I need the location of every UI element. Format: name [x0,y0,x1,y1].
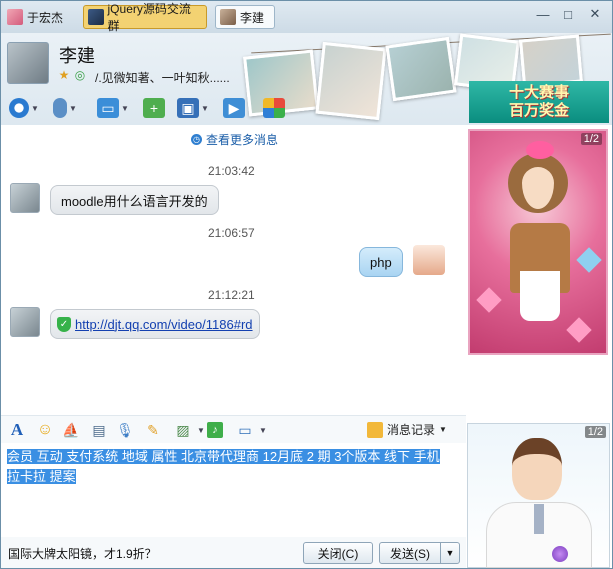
self-avatar[interactable] [413,245,445,275]
rich-text-icon[interactable]: ▤ [89,420,109,440]
add-contact-icon: + [143,98,165,118]
message-timestamp: 21:12:21 [208,288,255,302]
screenshot-icon[interactable]: ▭ [235,420,255,440]
apps-button[interactable] [263,96,285,120]
minimize-icon[interactable]: — [532,5,554,23]
tab-contact-lijian[interactable]: 李建 [215,5,275,29]
message-input[interactable]: 会员 互动 支付系统 地域 属性 北京带代理商 12月底 2 期 3个版本 线下… [1,443,466,537]
contact-name: 李建 [59,46,95,66]
sender-avatar[interactable] [10,183,40,213]
chevron-down-icon: ▼ [121,103,129,113]
message-text: php [370,254,392,270]
bottom-bar: 国际大牌太阳镜，才1.9折？ 关闭(C) 发送(S) ▼ [1,537,466,568]
history-icon [367,421,383,438]
contact-signature: /.见微知著、一叶知秋...... [95,71,230,85]
magic-icon[interactable]: ⛵ [61,420,81,440]
message-text: moodle用什么语言开发的 [61,193,208,209]
file-transfer-icon: ▭ [97,98,119,118]
maximize-icon[interactable]: □ [557,5,579,23]
view-more-messages-link[interactable]: ◷ 查看更多消息 [191,131,278,148]
avatar-tie [534,504,544,534]
input-line-1: 会员 互动 支付系统 地域 属性 北京带代理商 12月底 2 期 3个版本 线下… [7,449,440,464]
contact-avatar-icon [7,9,23,25]
tab-bar: 于宏杰 jQuery源码交流群 李建 — □ ✕ [1,1,612,33]
contact-avatar-icon [220,9,236,25]
qq-show-girl-image[interactable]: 1/2 [468,129,608,355]
tab-group-jquery[interactable]: jQuery源码交流群 [83,2,207,33]
close-button[interactable]: 关闭(C) [303,542,373,564]
avatar-head [508,153,568,213]
font-icon[interactable]: A [7,420,27,440]
clock-icon: ◷ [191,134,202,145]
music-icon[interactable]: ♪ [207,422,223,438]
ad-text-link[interactable]: 国际大牌太阳镜，才1.9折？ [8,545,157,562]
view-more-messages-label: 查看更多消息 [206,133,279,147]
super-qq-badge-icon [552,546,568,562]
voice-message-icon[interactable]: 🎙 [115,420,135,440]
tab-label: 于宏杰 [27,10,64,25]
ad-banner-line2: 百万奖金 [508,102,569,119]
message-timestamp: 21:03:42 [208,164,255,178]
heart-decoration [476,287,502,313]
video-button[interactable]: ▼ [9,96,39,120]
tab-label: jQuery源码交流群 [107,2,191,33]
chevron-down-icon[interactable]: ▼ [253,420,273,440]
qq-show-panel: 1/2 [467,127,610,417]
share-screen-icon: ▶ [223,98,245,118]
chevron-down-icon: ▼ [31,103,39,113]
star-icon[interactable]: ★ [57,68,71,82]
chat-toolbar: ▼ ▼ ▭ ▼ + ▣ ▼ ▶ [1,93,466,123]
status-icons: ★ ◎ [57,68,87,82]
message-history-button[interactable]: 消息记录 ▼ [367,421,447,438]
send-button[interactable]: 发送(S) [379,542,441,564]
group-avatar-icon [88,9,104,25]
avatar-dress [520,271,560,321]
outgoing-message-bubble: php [359,247,403,277]
ad-banner[interactable]: 十大赛事 百万奖金 [469,81,609,123]
incoming-message-bubble: moodle用什么语言开发的 [50,185,219,215]
selected-input-text: 会员 互动 支付系统 地域 属性 北京带代理商 12月底 2 期 3个版本 线下… [7,447,460,487]
heart-decoration [566,317,592,343]
heart-decoration [576,247,602,273]
qq-chat-window: 于宏杰 jQuery源码交流群 李建 — □ ✕ 李建 ★ ◎ /.见微知著、一… [0,0,613,569]
ad-banner-line1: 十大赛事 [508,84,569,101]
vip-icon[interactable]: ◎ [73,68,87,82]
message-link[interactable]: http://djt.qq.com/video/1186#rd [75,317,253,332]
bow-decoration [526,141,554,159]
my-qq-show-panel[interactable]: 1/2 [467,423,610,568]
video-icon [9,98,29,118]
sender-avatar[interactable] [10,307,40,337]
show-page-counter: 1/2 [580,133,602,145]
security-check-icon: ✓ [57,316,71,332]
input-toolbar: A ☺ ⛵ ▤ 🎙 ✎ ▨ ▼ ♪ ▭ ▼ 消息记录 ▼ [1,415,466,443]
skin-photo-decoration [385,36,457,102]
share-screen-button[interactable]: ▶ [223,96,245,120]
voice-button[interactable]: ▼ [53,96,77,120]
incoming-message-bubble: ✓ http://djt.qq.com/video/1186#rd [50,309,260,339]
message-history-label: 消息记录 [387,423,436,437]
send-options-dropdown[interactable]: ▼ [440,542,460,564]
close-icon[interactable]: ✕ [584,5,606,23]
chevron-down-icon: ▼ [201,103,209,113]
chevron-down-icon: ▼ [69,103,77,113]
show-page-counter: 1/2 [584,426,606,438]
remote-desktop-icon: ▣ [177,98,199,118]
message-timestamp: 21:06:57 [208,226,255,240]
chevron-down-icon: ▼ [439,425,447,434]
tab-label: 李建 [240,10,265,25]
image-icon[interactable]: ▨ [173,420,193,440]
apps-icon [263,98,285,118]
avatar-head [512,438,562,500]
emoji-icon[interactable]: ☺ [35,420,55,440]
scratchpad-icon[interactable]: ✎ [143,420,163,440]
skin-photo-decoration [519,34,583,88]
chat-messages: ◷ 查看更多消息 21:03:42 moodle用什么语言开发的 21:06:5… [1,125,466,415]
contact-avatar[interactable] [7,42,49,84]
file-transfer-button[interactable]: ▭ ▼ [97,96,129,120]
add-contact-button[interactable]: + [143,96,165,120]
tab-contact-yuhongjie[interactable]: 于宏杰 [3,5,75,29]
input-line-2: 拉卡拉 提案 [7,469,76,484]
voice-icon [53,98,67,118]
remote-desktop-button[interactable]: ▣ ▼ [177,96,209,120]
